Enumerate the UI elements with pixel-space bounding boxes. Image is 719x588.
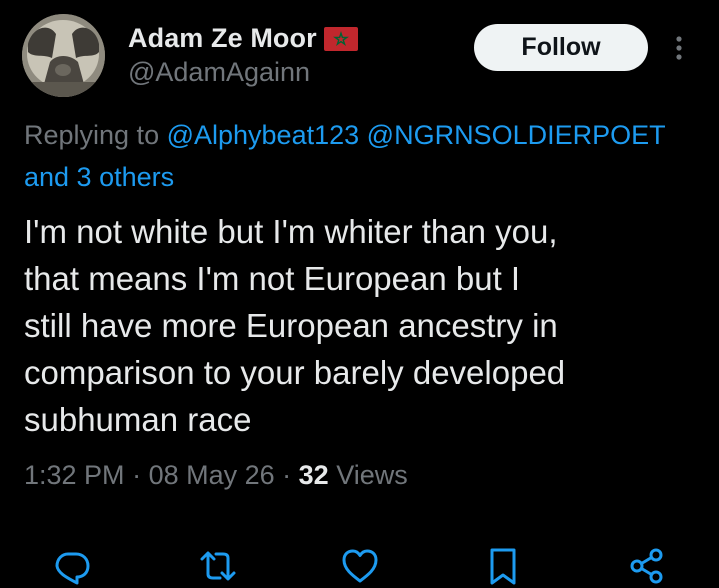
author-info: Adam Ze Moor @AdamAgainn — [128, 20, 358, 88]
reply-context: Replying to @Alphybeat123 @NGRNSOLDIERPO… — [24, 114, 719, 198]
replying-prefix: Replying to — [24, 120, 167, 150]
meta-separator: · — [274, 460, 299, 490]
tweet-meta: 1:32 PM · 08 May 26 · 32 Views — [24, 454, 408, 496]
follow-button[interactable]: Follow — [474, 24, 648, 71]
tweet-time[interactable]: 1:32 PM — [24, 460, 125, 490]
tweet-text: I'm not white but I'm whiter than you, t… — [24, 208, 704, 443]
tweet-date[interactable]: 08 May 26 — [149, 460, 275, 490]
avatar[interactable] — [22, 14, 105, 97]
tweet-header: Adam Ze Moor @AdamAgainn Follow — [0, 0, 719, 100]
others-link[interactable]: and 3 others — [24, 162, 174, 192]
tweet-text-line: comparison to your barely developed — [24, 354, 566, 391]
mention-link[interactable]: @Alphybeat123 — [167, 120, 360, 150]
bookmark-icon[interactable] — [483, 546, 523, 586]
tweet-text-line: subhuman race — [24, 401, 252, 438]
author-handle[interactable]: @AdamAgainn — [128, 57, 358, 88]
more-vertical-icon[interactable] — [668, 33, 690, 63]
action-bar — [0, 540, 719, 588]
reply-icon[interactable] — [52, 546, 92, 586]
views-count[interactable]: 32 — [299, 460, 329, 490]
mention-link[interactable]: @NGRNSOLDIERPOET — [367, 120, 666, 150]
morocco-flag-icon — [323, 27, 358, 51]
repost-icon[interactable] — [198, 546, 238, 586]
tweet-text-line: still have more European ancestry in — [24, 307, 558, 344]
tweet-text-line: that means I'm not European but I — [24, 260, 521, 297]
avatar-image — [22, 14, 105, 97]
share-icon[interactable] — [627, 546, 667, 586]
meta-separator: · — [124, 460, 149, 490]
display-name[interactable]: Adam Ze Moor — [128, 23, 317, 54]
tweet-text-line: I'm not white but I'm whiter than you, — [24, 213, 558, 250]
like-icon[interactable] — [340, 546, 380, 586]
display-name-row: Adam Ze Moor — [128, 20, 358, 56]
views-label: Views — [328, 460, 408, 490]
